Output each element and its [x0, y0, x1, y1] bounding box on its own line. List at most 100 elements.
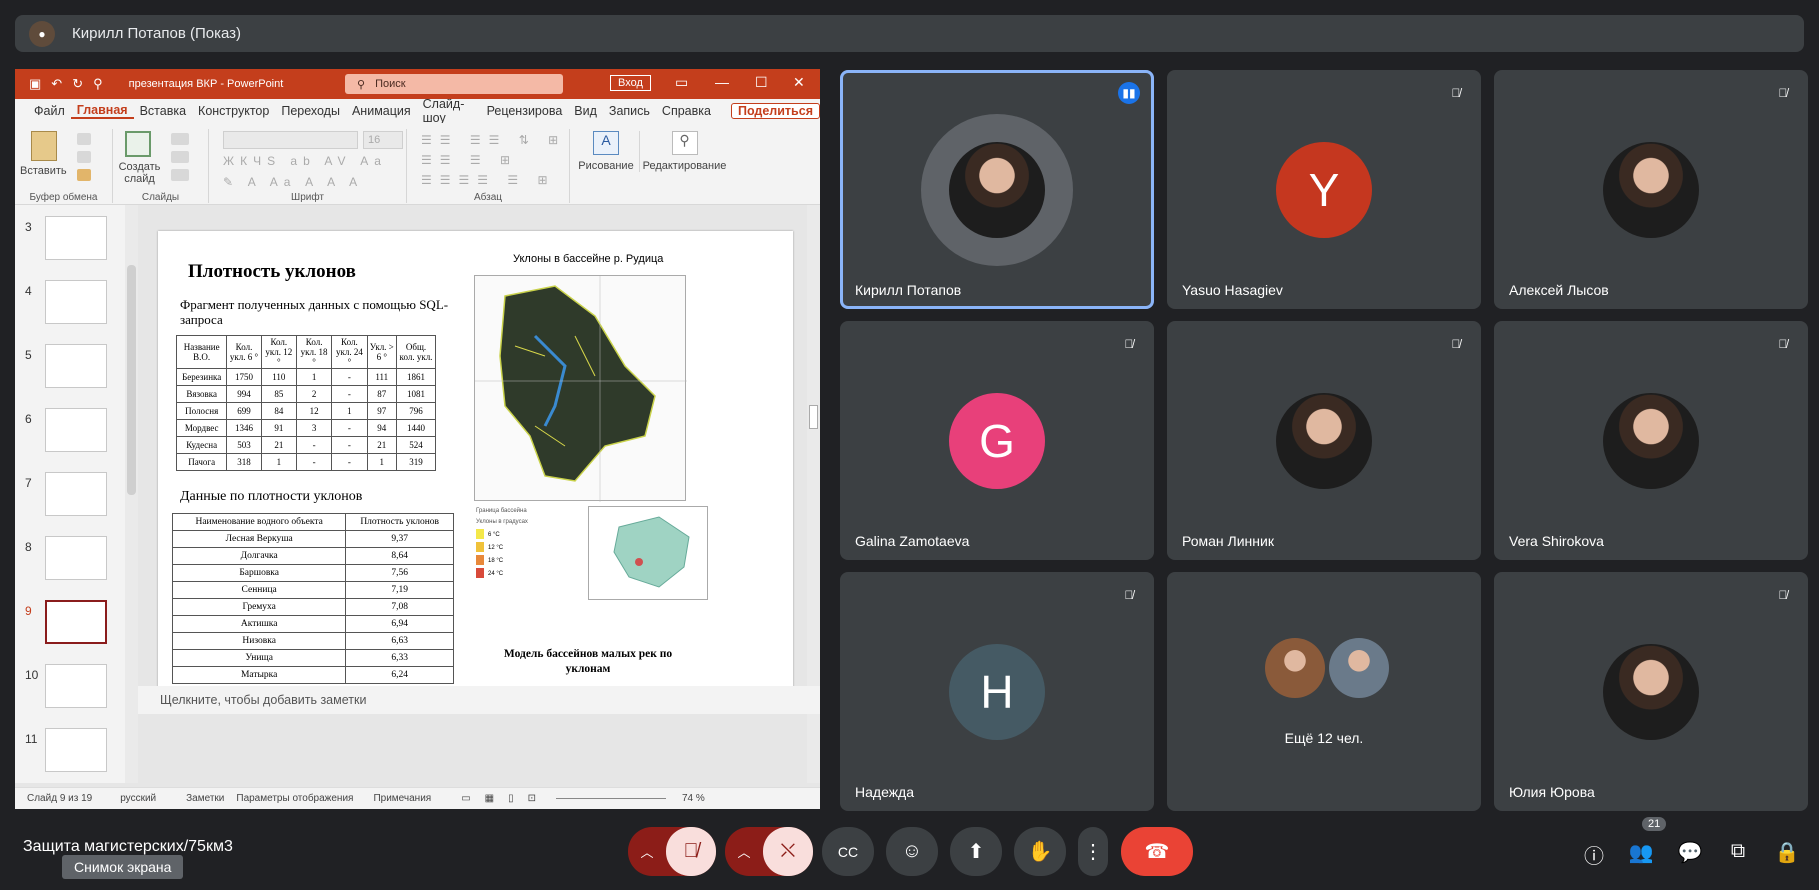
table-cell: 319 — [395, 453, 437, 471]
participant-tile[interactable]: 🎙̸ Vera Shirokova — [1494, 321, 1808, 560]
table-cell: 84 — [260, 402, 297, 420]
comments-button[interactable]: Примечания — [373, 793, 431, 804]
chevron-up-icon[interactable]: ︿ — [725, 842, 763, 861]
notes-button[interactable]: Заметки — [186, 793, 224, 804]
zoom-level[interactable]: 74 % — [682, 793, 705, 804]
close-icon[interactable]: ✕ — [793, 74, 805, 91]
cut-icon[interactable] — [77, 133, 91, 145]
participant-tile[interactable]: Y 🎙̸ Yasuo Hasagiev — [1167, 70, 1481, 309]
slide-thumbnail[interactable] — [45, 600, 107, 644]
slide-thumbnail[interactable] — [45, 344, 107, 388]
layout-icon[interactable] — [171, 133, 189, 145]
language[interactable]: русский — [120, 793, 156, 804]
tab-help[interactable]: Справка — [656, 104, 717, 118]
login-button[interactable]: Вход — [610, 75, 651, 91]
font-family-select[interactable] — [223, 131, 358, 149]
chat-icon[interactable]: 💬 — [1677, 840, 1703, 865]
presenter-name: Кирилл Потапов (Показ) — [72, 25, 242, 42]
participant-tile[interactable]: Ещё 12 чел. — [1167, 572, 1481, 811]
table-cell: 12 — [295, 402, 333, 420]
tab-slideshow[interactable]: Слайд-шоу — [417, 97, 481, 125]
zoom-slider[interactable] — [555, 798, 666, 799]
activities-icon[interactable]: ⧉ — [1725, 840, 1751, 863]
tab-insert[interactable]: Вставка — [134, 104, 192, 118]
more-options-button[interactable]: ⋮ — [1078, 827, 1108, 876]
copy-icon[interactable] — [77, 151, 91, 163]
drawing-button[interactable]: A Рисование — [573, 131, 639, 172]
group-label: Слайды — [141, 192, 180, 203]
present-button[interactable]: ⬆ — [950, 827, 1002, 876]
format-painter-icon[interactable] — [77, 169, 91, 181]
undo-icon[interactable]: ↶ — [51, 76, 62, 92]
tab-view[interactable]: Вид — [568, 104, 603, 118]
pp-search[interactable]: ⚲ Поиск — [345, 74, 563, 94]
chevron-up-icon[interactable]: ︿ — [628, 842, 666, 861]
leave-call-button[interactable]: ☎ — [1121, 827, 1193, 876]
participant-name: Кирилл Потапов — [855, 282, 962, 298]
reset-icon[interactable] — [171, 151, 189, 163]
minimize-icon[interactable]: — — [715, 74, 729, 90]
tab-review[interactable]: Рецензирова — [481, 104, 569, 118]
customize-icon[interactable]: ⚲ — [93, 76, 103, 92]
tab-design[interactable]: Конструктор — [192, 104, 275, 118]
table-cell: Кудесна — [175, 436, 228, 454]
participant-tile[interactable]: ▮▮ Кирилл Потапов — [840, 70, 1154, 309]
editing-button[interactable]: ⚲ Редактирование — [639, 131, 729, 172]
maximize-icon[interactable]: ☐ — [755, 74, 768, 91]
slide-thumbnail[interactable] — [45, 536, 107, 580]
view-buttons[interactable]: ▭▦▯⊡ — [461, 793, 550, 804]
font-style-buttons[interactable]: ЖКЧS ab AV Aa — [223, 154, 387, 168]
align-buttons[interactable]: ☰☰☰☰ ☰ ⊞ — [421, 173, 556, 187]
section-icon[interactable] — [171, 169, 189, 181]
slide-thumbnail[interactable] — [45, 728, 107, 772]
font-color-buttons[interactable]: ✎ A Aa A A A — [223, 175, 363, 189]
paste-icon[interactable] — [31, 131, 57, 161]
participant-tile[interactable]: 🎙̸ Юлия Юрова — [1494, 572, 1808, 811]
thumbnail-pane: 3 4 5 6 7 8 9 10 11 — [15, 205, 138, 783]
save-icon[interactable]: ▣ — [29, 76, 41, 92]
view-settings-button[interactable]: Параметры отображения — [236, 793, 353, 804]
share-button[interactable]: Поделиться — [730, 103, 820, 119]
table-cell: Низовка — [171, 632, 347, 650]
thumbnail-scrollbar[interactable] — [125, 205, 138, 783]
slide-thumbnail[interactable] — [45, 472, 107, 516]
emoji-icon: ☺ — [901, 840, 923, 862]
table-row: Долгачка 8,64 — [171, 547, 454, 565]
tab-animation[interactable]: Анимация — [346, 104, 417, 118]
participant-tile[interactable]: H 🎙̸ Надежда — [840, 572, 1154, 811]
indent-buttons[interactable]: ☰☰ ☰ ⊞ — [421, 153, 518, 167]
slide-thumbnail[interactable] — [45, 280, 107, 324]
people-icon[interactable]: 👥 — [1628, 840, 1654, 865]
table-cell: 3 — [295, 419, 333, 437]
participant-tile[interactable]: 🎙̸ Алексей Лысов — [1494, 70, 1808, 309]
camera-button[interactable]: ︿ ⛌ — [725, 827, 813, 876]
slide-thumbnail[interactable] — [45, 408, 107, 452]
ribbon-display-icon[interactable]: ▭ — [675, 74, 688, 91]
font-size-select[interactable]: 16 — [363, 131, 403, 149]
raise-hand-button[interactable]: ✋ — [1014, 827, 1066, 876]
slide-thumbnail[interactable] — [45, 216, 107, 260]
emoji-button[interactable]: ☺ — [886, 827, 938, 876]
group-font: 16 ЖКЧS ab AV Aa ✎ A Aa A A A Шрифт — [209, 129, 407, 203]
tab-home[interactable]: Главная — [70, 103, 134, 119]
tab-file[interactable]: Файл — [28, 104, 71, 118]
phone-hangup-icon: ☎ — [1144, 841, 1170, 863]
mic-off-icon: 🎙̸ — [1778, 337, 1788, 351]
new-slide-icon[interactable] — [125, 131, 151, 157]
mic-button[interactable]: ︿ 🎙̸ — [628, 827, 716, 876]
slide-thumbnail[interactable] — [45, 664, 107, 708]
redo-icon[interactable]: ↻ — [72, 76, 83, 92]
slide-canvas[interactable]: Плотность уклонов Фрагмент полученных да… — [158, 231, 793, 707]
captions-button[interactable]: CC — [822, 827, 874, 876]
participant-tile[interactable]: G 🎙̸ Galina Zamotaeva — [840, 321, 1154, 560]
info-icon[interactable]: ⓘ — [1581, 840, 1607, 869]
presenter-bar: ● Кирилл Потапов (Показ) — [15, 15, 1804, 52]
tab-record[interactable]: Запись — [603, 104, 656, 118]
tab-transitions[interactable]: Переходы — [275, 104, 346, 118]
notes-pane[interactable]: Щелкните, чтобы добавить заметки — [138, 686, 820, 714]
host-controls-icon[interactable]: 🔒 — [1774, 840, 1800, 865]
table-header-cell: Укл. > 6 ° — [366, 335, 397, 369]
list-buttons[interactable]: ☰☰ ☰☰ ⇅ ⊞ — [421, 133, 566, 147]
table-cell: Березинка — [175, 368, 228, 386]
participant-tile[interactable]: 🎙̸ Роман Линник — [1167, 321, 1481, 560]
